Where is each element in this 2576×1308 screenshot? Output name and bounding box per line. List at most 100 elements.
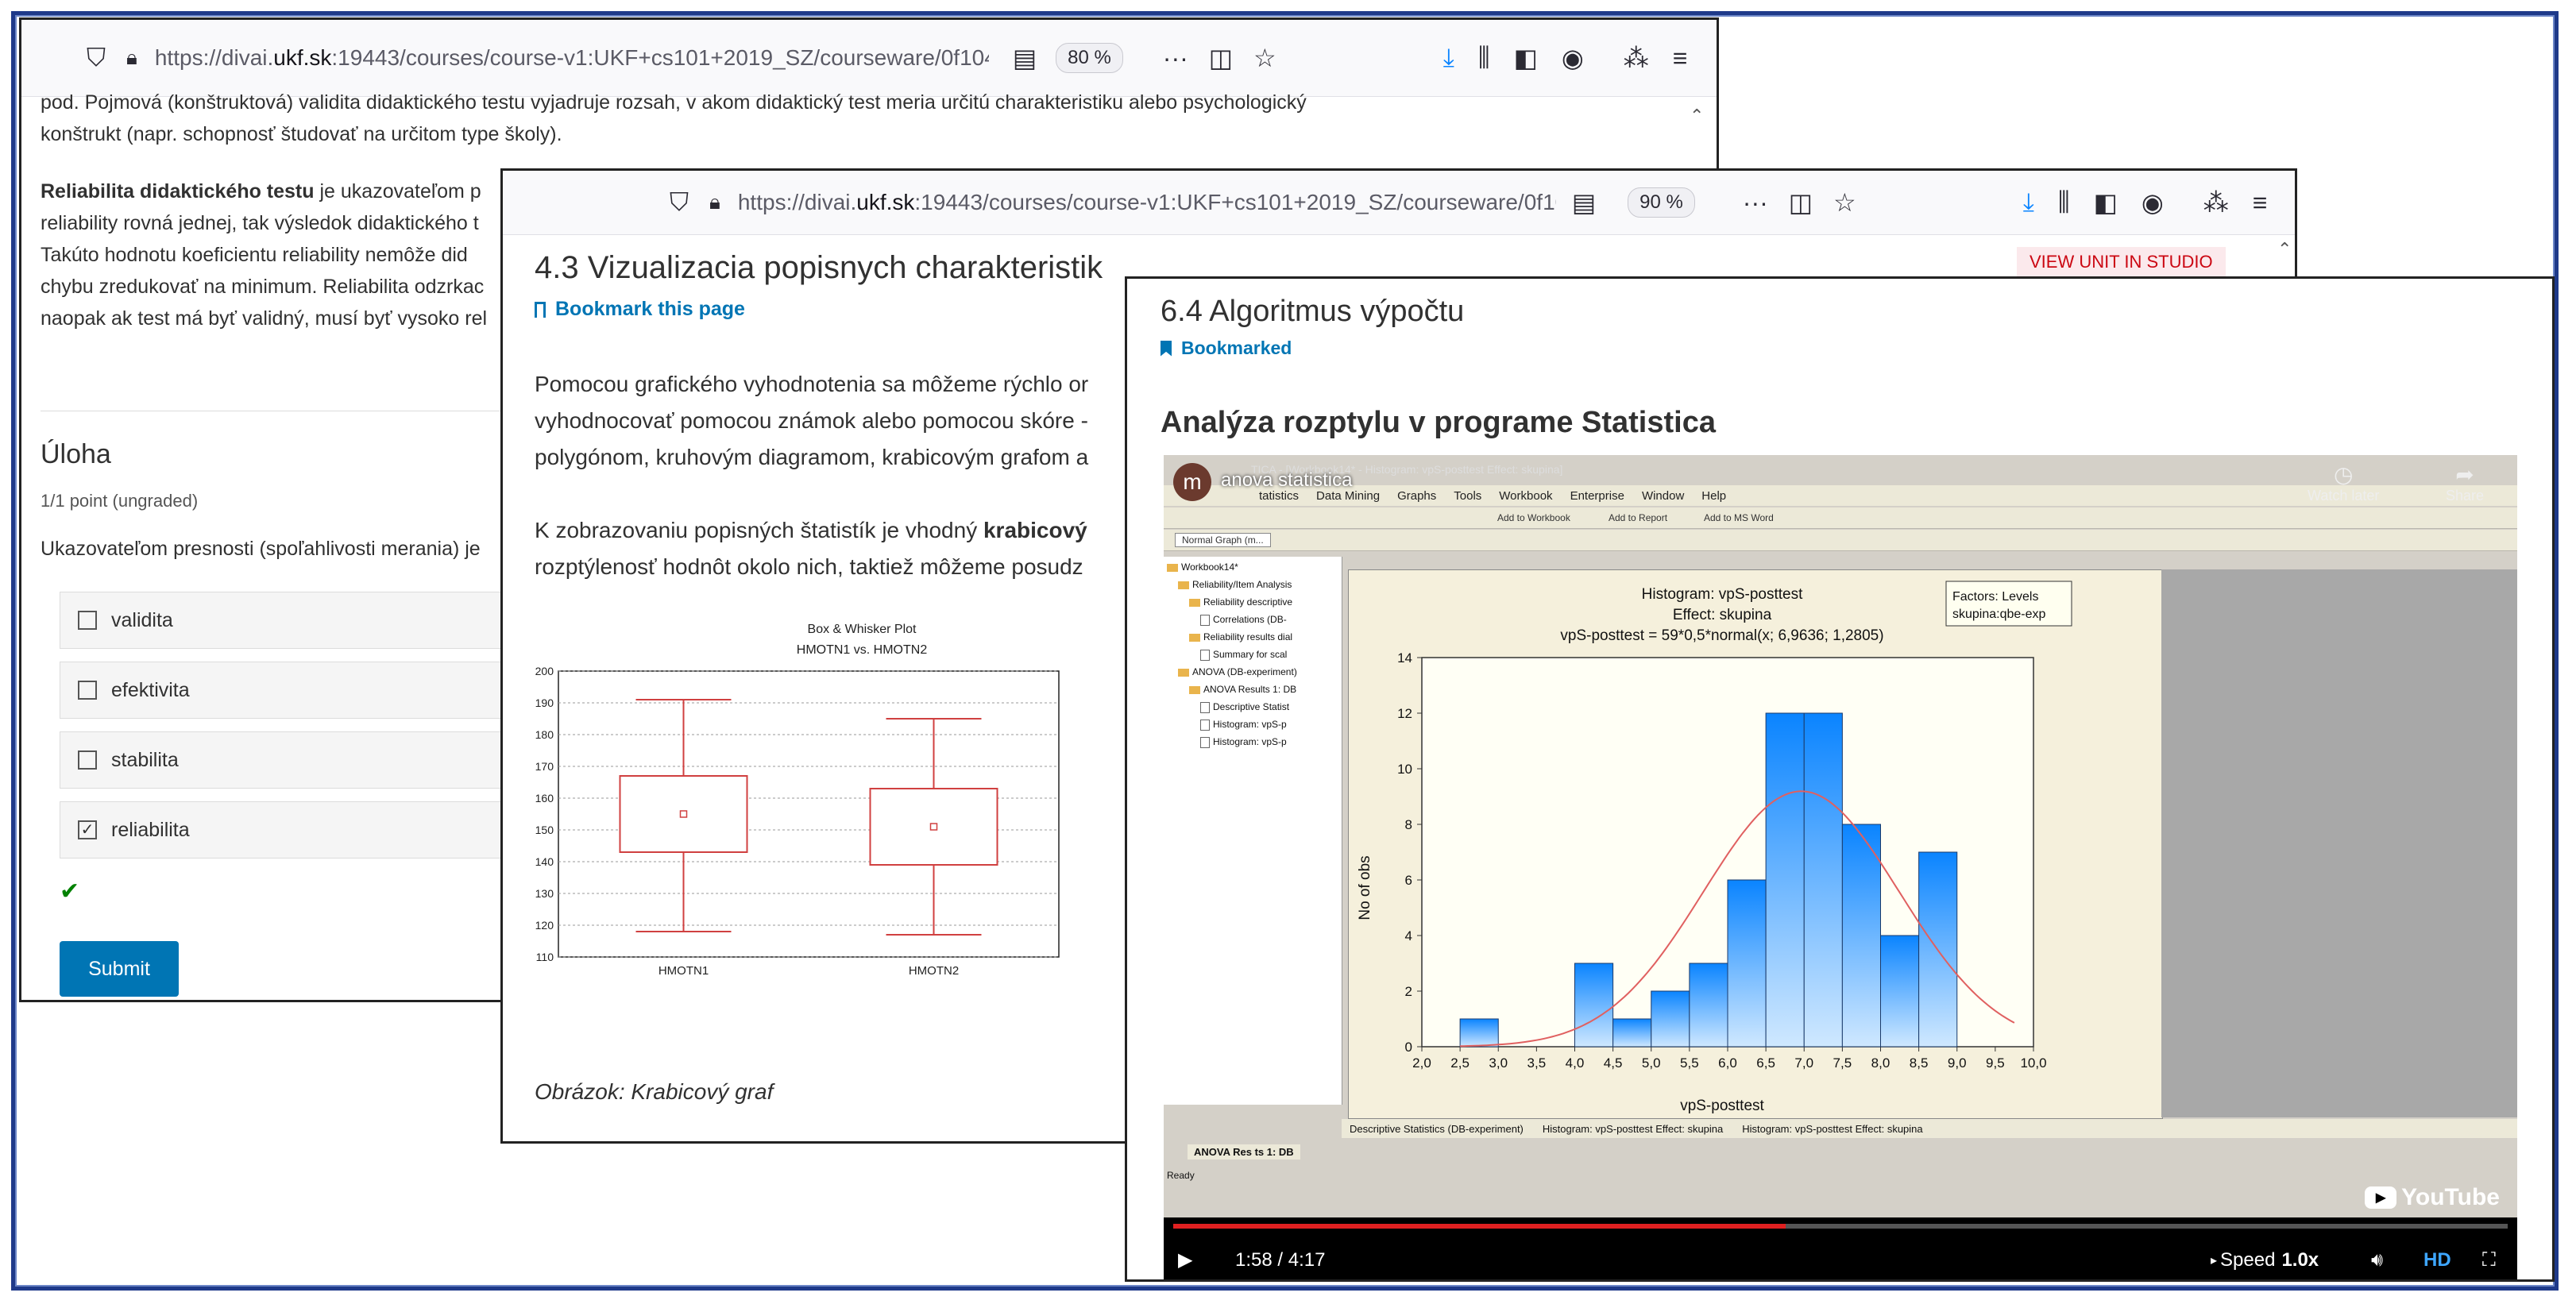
progress-bar[interactable]: [1173, 1224, 2508, 1229]
shield-icon[interactable]: ⛉: [87, 43, 106, 73]
checkbox[interactable]: [78, 750, 97, 770]
histogram-xtick-label: 5,5: [1680, 1055, 1699, 1071]
video-title[interactable]: anova statistica: [1221, 469, 1352, 492]
option-stabilita[interactable]: stabilita: [60, 731, 536, 789]
workbook-tree: Workbook14* Reliability/Item Analysis Re…: [1164, 557, 1342, 1105]
status-bar: Ready: [1167, 1170, 1195, 1181]
library-icon[interactable]: ⫼: [2058, 187, 2070, 218]
box-ytick-label: 130: [535, 887, 554, 900]
bookmark-filled-icon: [1161, 340, 1172, 357]
histogram-bar: [1574, 963, 1614, 1048]
statistica-toolbar-2: Normal Graph (m...: [1164, 530, 2517, 551]
content-window-3: 6.4 Algoritmus výpočtu Bookmarked Analýz…: [1125, 276, 2555, 1282]
download-icon[interactable]: ⤓: [1443, 43, 1454, 73]
box-ytick-label: 180: [535, 728, 554, 741]
scroll-up-arrow[interactable]: ⌃: [1690, 106, 1704, 126]
download-icon[interactable]: ⤓: [2023, 187, 2034, 218]
histogram-title: Histogram: vpS-posttest: [1642, 586, 1803, 603]
histogram-chart: Histogram: vpS-posttest Effect: skupina …: [1357, 581, 2072, 1114]
sidebar-icon[interactable]: ◧: [2094, 187, 2118, 218]
submit-button[interactable]: Submit: [60, 941, 179, 997]
extensions-icon[interactable]: ⁂: [1624, 43, 1649, 73]
share-button[interactable]: ➦ Share: [2446, 461, 2484, 504]
url-field[interactable]: https://divai. ukf.sk:19443/courses/cours…: [738, 190, 1556, 215]
histogram-ytick-label: 14: [1397, 650, 1412, 666]
box-category-label: HMOTN2: [909, 964, 959, 978]
menu-icon[interactable]: ≡: [1673, 44, 1688, 73]
bookmark-button[interactable]: Bookmark this page: [535, 298, 745, 321]
youtube-play-icon: ▶: [2365, 1186, 2397, 1209]
checkbox[interactable]: [78, 681, 97, 700]
histogram-ytick-label: 4: [1405, 928, 1412, 943]
browser-toolbar: ⛉ 🔒︎ https://divai. ukf.sk:19443/courses/…: [21, 20, 1717, 97]
histogram-panel: Histogram: vpS-posttest Effect: skupina …: [1348, 569, 2163, 1119]
extensions-icon[interactable]: ⁂: [2203, 187, 2229, 218]
option-validita[interactable]: validita: [60, 592, 536, 649]
histogram-ytick-label: 10: [1397, 762, 1412, 777]
progress-played: [1173, 1224, 1786, 1229]
unit-title: 6.4 Algoritmus výpočtu: [1161, 295, 1465, 328]
histogram-bar: [1803, 712, 1843, 1048]
account-icon[interactable]: ◉: [2142, 187, 2164, 218]
checkbox[interactable]: [78, 611, 97, 630]
watch-later-button[interactable]: ◷ Watch later: [2308, 461, 2379, 504]
paragraph-validity: pod. Pojmová (konštruktová) validita did…: [41, 91, 1307, 145]
menu-icon[interactable]: ≡: [2253, 188, 2268, 218]
histogram-ytick-label: 6: [1405, 873, 1412, 888]
box-iqr: [869, 788, 998, 866]
more-actions-icon[interactable]: ···: [1743, 188, 1768, 218]
workspace-background: [2161, 569, 2517, 1117]
histogram-bar: [1765, 712, 1805, 1048]
histogram-xtick-label: 2,5: [1450, 1055, 1470, 1071]
sheet-tabs: Descriptive Statistics (DB-experiment) H…: [1342, 1119, 2517, 1138]
zoom-indicator[interactable]: 80 %: [1056, 43, 1123, 73]
histogram-ytick-label: 8: [1405, 817, 1412, 832]
reader-view-icon[interactable]: ▤: [1572, 187, 1596, 218]
fullscreen-icon[interactable]: ⛶: [2482, 1249, 2496, 1271]
pocket-icon[interactable]: ◫: [1789, 187, 1813, 218]
bottom-tab[interactable]: ANOVA Res ts 1: DB: [1188, 1144, 1300, 1159]
histogram-bar: [1651, 990, 1690, 1048]
channel-avatar[interactable]: m: [1173, 463, 1211, 501]
sidebar-icon[interactable]: ◧: [1514, 43, 1538, 73]
speed-button[interactable]: ▸ Speed 1.0x: [2211, 1249, 2319, 1271]
box-ytick-label: 160: [535, 792, 554, 804]
play-button[interactable]: ▶: [1178, 1248, 1192, 1271]
zoom-indicator[interactable]: 90 %: [1628, 187, 1695, 218]
histogram-ytick-label: 2: [1405, 984, 1412, 999]
scroll-up-arrow[interactable]: ⌃: [2277, 239, 2292, 260]
bookmarked-button[interactable]: Bookmarked: [1161, 338, 1292, 359]
star-icon[interactable]: ☆: [1253, 43, 1276, 73]
box-ytick-label: 190: [535, 696, 554, 709]
youtube-logo[interactable]: ▶ YouTube: [2365, 1184, 2500, 1211]
histogram-bar: [1459, 1018, 1499, 1048]
view-in-studio-button[interactable]: VIEW UNIT IN STUDIO: [2017, 247, 2226, 277]
histogram-bar: [1612, 1018, 1652, 1048]
factors-box-line-2: skupina:qbe-exp: [1952, 608, 2046, 621]
option-efektivita[interactable]: efektivita: [60, 662, 536, 719]
account-icon[interactable]: ◉: [1562, 43, 1584, 73]
histogram-xtick-label: 2,0: [1412, 1055, 1431, 1071]
url-field[interactable]: https://divai. ukf.sk:19443/courses/cours…: [155, 45, 989, 71]
hd-button[interactable]: HD: [2423, 1249, 2451, 1271]
reader-view-icon[interactable]: ▤: [1013, 43, 1037, 73]
star-icon[interactable]: ☆: [1833, 187, 1856, 218]
histogram-xtick-label: 7,5: [1833, 1055, 1852, 1071]
histogram-bar: [1689, 963, 1728, 1048]
paragraph-reliability: Reliabilita didaktického testu je ukazov…: [41, 180, 488, 330]
option-reliabilita[interactable]: ✓ reliabilita: [60, 801, 536, 858]
volume-icon[interactable]: 🔊︎: [2371, 1249, 2383, 1271]
youtube-player[interactable]: TICA - [Workbook14* - Histogram: vpS-pos…: [1164, 455, 2517, 1279]
checkbox-checked[interactable]: ✓: [78, 820, 97, 839]
pocket-icon[interactable]: ◫: [1209, 43, 1233, 73]
histogram-subtitle-2: vpS-posttest = 59*0,5*normal(x; 6,9636; …: [1560, 627, 1883, 644]
task-question: Ukazovateľom presnosti (spoľahlivosti me…: [41, 538, 481, 560]
histogram-bar: [1880, 935, 1920, 1048]
video-controls: ▶ 1:58 / 4:17 ▸ Speed 1.0x 🔊︎ HD ⛶: [1164, 1217, 2517, 1279]
box-chart-title: Box & Whisker Plot: [808, 623, 917, 636]
histogram-xtick-label: 8,0: [1871, 1055, 1890, 1071]
video-section-title: Analýza rozptylu v programe Statistica: [1161, 406, 1716, 439]
shield-icon[interactable]: ⛉: [670, 187, 689, 218]
more-actions-icon[interactable]: ···: [1163, 44, 1188, 73]
library-icon[interactable]: ⫼: [1478, 43, 1490, 73]
